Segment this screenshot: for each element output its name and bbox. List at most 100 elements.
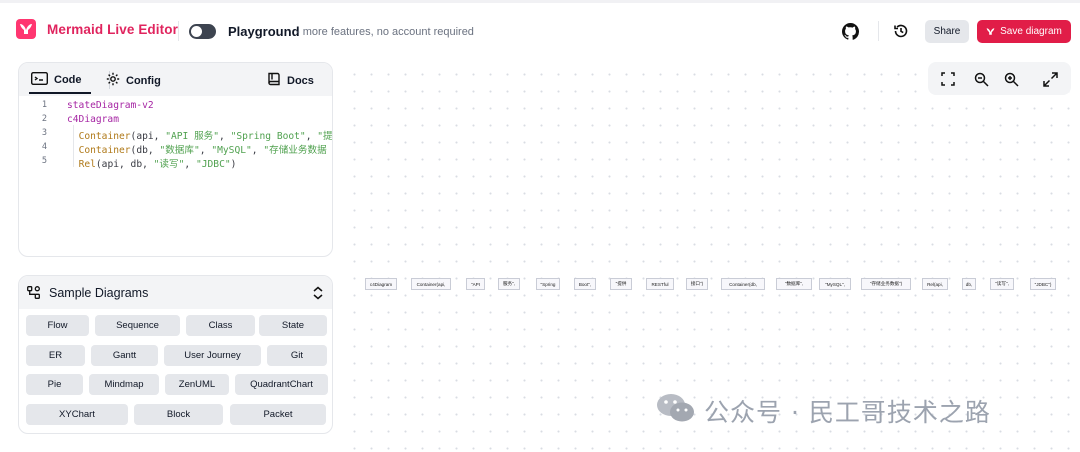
sample-chip-xychart[interactable]: XYChart bbox=[26, 404, 128, 425]
sample-diagrams-panel: Sample Diagrams Flow Sequence Class State ER… bbox=[18, 275, 333, 434]
code-token: , bbox=[251, 145, 264, 156]
history-icon[interactable] bbox=[890, 20, 912, 42]
code-text: Rel(api, db, "读写", "JDBC") bbox=[67, 156, 237, 170]
fit-screen-icon[interactable] bbox=[939, 70, 957, 88]
line-number: 5 bbox=[41, 156, 47, 166]
sample-chip-flow[interactable]: Flow bbox=[26, 315, 89, 336]
header-divider-2 bbox=[878, 21, 879, 41]
code-token: ) bbox=[230, 159, 237, 170]
sample-chip-pie[interactable]: Pie bbox=[26, 374, 83, 395]
code-token: (api, db, bbox=[95, 159, 154, 170]
diagram-node[interactable]: "Spring bbox=[536, 278, 560, 290]
code-token: c4Diagram bbox=[67, 114, 119, 125]
zoom-out-icon[interactable] bbox=[972, 70, 990, 88]
top-border bbox=[0, 0, 1080, 3]
github-icon[interactable] bbox=[839, 20, 861, 42]
code-token: "JDBC" bbox=[195, 159, 231, 170]
zoom-in-icon[interactable] bbox=[1002, 70, 1020, 88]
code-line[interactable]: 1 stateDiagram-v2 bbox=[19, 100, 332, 114]
save-diagram-label: Save diagram bbox=[1000, 26, 1062, 37]
tab-config[interactable]: Config bbox=[106, 72, 161, 89]
sample-chip-user-journey[interactable]: User Journey bbox=[164, 345, 261, 366]
code-token: Rel bbox=[78, 159, 96, 170]
sample-chip-class[interactable]: Class bbox=[186, 315, 255, 336]
code-token: stateDiagram-v2 bbox=[67, 100, 154, 111]
indent-guide bbox=[73, 125, 74, 167]
header-divider bbox=[178, 21, 179, 41]
code-token: (api, bbox=[130, 131, 166, 142]
line-number: 1 bbox=[41, 100, 47, 110]
mermaid-save-icon bbox=[986, 27, 995, 36]
code-token: "API 服务" bbox=[165, 131, 220, 142]
code-line[interactable]: 4 Container(db, "数据库", "MySQL", "存储业务数据 bbox=[19, 142, 332, 156]
book-icon bbox=[268, 72, 281, 89]
code-line[interactable]: 5 Rel(api, db, "读写", "JDBC") bbox=[19, 156, 332, 170]
code-token: , bbox=[184, 159, 196, 170]
sample-chip-git[interactable]: Git bbox=[267, 345, 327, 366]
code-line[interactable]: 3 Container(api, "API 服务", "Spring Boot"… bbox=[19, 128, 333, 142]
sample-chip-mindmap[interactable]: Mindmap bbox=[89, 374, 159, 395]
code-text: Container(db, "数据库", "MySQL", "存储业务数据 bbox=[67, 142, 327, 156]
sample-diagrams-header[interactable]: Sample Diagrams bbox=[19, 276, 332, 309]
line-number: 4 bbox=[41, 142, 47, 152]
editor-tabs: Code Config Docs bbox=[19, 63, 332, 96]
diagram-node[interactable]: Boot", bbox=[574, 278, 596, 290]
diagram-node[interactable]: "读写", bbox=[990, 278, 1014, 290]
diagram-node[interactable]: "提供 bbox=[610, 278, 632, 290]
sample-chip-gantt[interactable]: Gantt bbox=[91, 345, 158, 366]
code-editor[interactable]: 1 stateDiagram-v2 2 c4Diagram 3 Container(ap… bbox=[19, 96, 333, 256]
diagram-node[interactable]: c4Diagram bbox=[365, 278, 397, 290]
save-diagram-button[interactable]: Save diagram bbox=[977, 20, 1071, 43]
sample-diagrams-title: Sample Diagrams bbox=[49, 286, 149, 300]
diagram-node[interactable]: "数据库", bbox=[776, 278, 812, 290]
code-icon bbox=[30, 71, 49, 88]
sample-chip-state[interactable]: State bbox=[259, 315, 327, 336]
collapse-chevron-icon[interactable] bbox=[312, 286, 324, 305]
diagram-node[interactable]: Container(db, bbox=[721, 278, 765, 290]
diagram-node[interactable]: db, bbox=[962, 278, 976, 290]
sample-chip-zenuml[interactable]: ZenUML bbox=[165, 374, 229, 395]
diagram-nodes-icon bbox=[27, 286, 40, 304]
view-toolbar bbox=[928, 62, 1071, 95]
tab-docs[interactable]: Docs bbox=[268, 72, 314, 89]
watermark: 公众号 · 民工哥技术之路 bbox=[656, 392, 991, 429]
code-token: , bbox=[219, 131, 231, 142]
expand-icon[interactable] bbox=[1041, 70, 1059, 88]
diagram-node[interactable]: "MySQL", bbox=[819, 278, 851, 290]
code-text: stateDiagram-v2 bbox=[67, 100, 154, 111]
code-token: Container bbox=[78, 131, 131, 142]
sample-chip-quadrantchart[interactable]: QuadrantChart bbox=[235, 374, 328, 395]
code-token: "读写" bbox=[153, 159, 185, 170]
tab-config-label: Config bbox=[126, 74, 161, 87]
code-token: "数据库" bbox=[159, 145, 200, 156]
playground-toggle[interactable] bbox=[189, 24, 216, 39]
diagram-node[interactable]: 服务", bbox=[498, 278, 520, 290]
diagram-node[interactable]: RESTful bbox=[646, 278, 674, 290]
code-token: "提 bbox=[317, 131, 333, 142]
sample-chip-sequence[interactable]: Sequence bbox=[95, 315, 180, 336]
diagram-node[interactable]: Container(api, bbox=[411, 278, 451, 290]
share-button[interactable]: Share bbox=[925, 20, 969, 43]
sample-chip-block[interactable]: Block bbox=[134, 404, 223, 425]
code-line[interactable]: 2 c4Diagram bbox=[19, 114, 332, 128]
diagram-node[interactable]: 接口") bbox=[686, 278, 708, 290]
app-title: Mermaid Live Editor bbox=[47, 21, 178, 37]
code-token: , bbox=[199, 145, 212, 156]
editor-edge bbox=[332, 96, 333, 176]
app-brand[interactable]: Mermaid Live Editor bbox=[16, 19, 178, 39]
tab-code-label: Code bbox=[54, 74, 82, 86]
diagram-node[interactable]: "JDBC") bbox=[1030, 278, 1056, 290]
diagram-node[interactable]: Rel(api, bbox=[922, 278, 948, 290]
wechat-icon bbox=[656, 392, 696, 429]
code-token: , bbox=[305, 131, 318, 142]
diagram-node[interactable]: "API bbox=[466, 278, 485, 290]
code-token: (db, bbox=[130, 145, 160, 156]
sample-chip-packet[interactable]: Packet bbox=[230, 404, 326, 425]
tab-code[interactable]: Code bbox=[30, 71, 82, 88]
code-token: "Spring Boot" bbox=[230, 131, 306, 142]
diagram-node[interactable]: "存储业务数据") bbox=[861, 278, 911, 290]
code-token: "存储业务数据 bbox=[263, 145, 327, 156]
sample-chip-er[interactable]: ER bbox=[26, 345, 85, 366]
line-number: 3 bbox=[41, 128, 47, 138]
playground-subtitle: - more features, no account required bbox=[296, 26, 474, 38]
